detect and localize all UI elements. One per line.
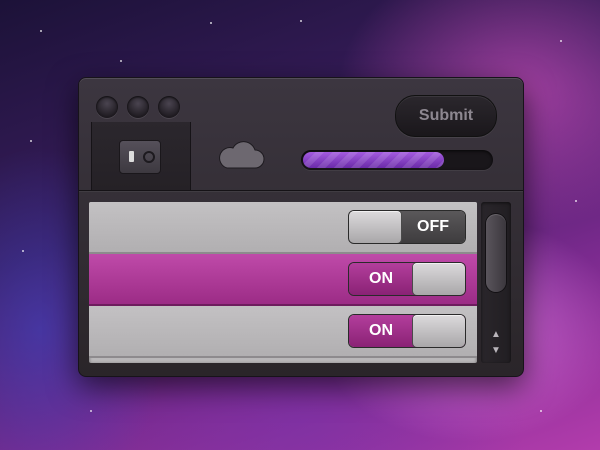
toggle-knob[interactable] [413,263,465,295]
toggle-label: ON [369,322,393,339]
scroll-up-arrow-icon[interactable]: ▲ [488,328,504,342]
toggle-label: ON [369,270,393,287]
toggle-switch[interactable]: OFF [349,211,465,243]
toggle-knob[interactable] [349,211,401,243]
minimize-window-button[interactable] [127,96,149,118]
toggle-knob[interactable] [413,315,465,347]
cloud-icon[interactable] [215,138,265,172]
zoom-window-button[interactable] [158,96,180,118]
switch-settings-icon [119,140,161,174]
toggle-switch[interactable]: ON [349,263,465,295]
list-item[interactable]: ON [89,306,477,358]
progress-fill [303,152,444,168]
toggle-label: OFF [417,218,449,235]
scrollbar[interactable]: ▲ ▼ [481,202,511,363]
list-item[interactable]: OFF [89,202,477,254]
submit-button[interactable]: Submit [395,95,497,137]
close-window-button[interactable] [96,96,118,118]
toolbar-divider [79,190,523,191]
app-window: Submit OFF ON ON ▲ ▼ [78,77,524,377]
list-item[interactable]: ON [89,254,477,306]
settings-list: OFF ON ON [89,202,477,363]
scrollbar-thumb[interactable] [486,214,506,292]
progress-bar [301,150,493,170]
tab-switch-settings[interactable] [91,122,191,190]
scroll-down-arrow-icon[interactable]: ▼ [488,344,504,358]
toggle-switch[interactable]: ON [349,315,465,347]
